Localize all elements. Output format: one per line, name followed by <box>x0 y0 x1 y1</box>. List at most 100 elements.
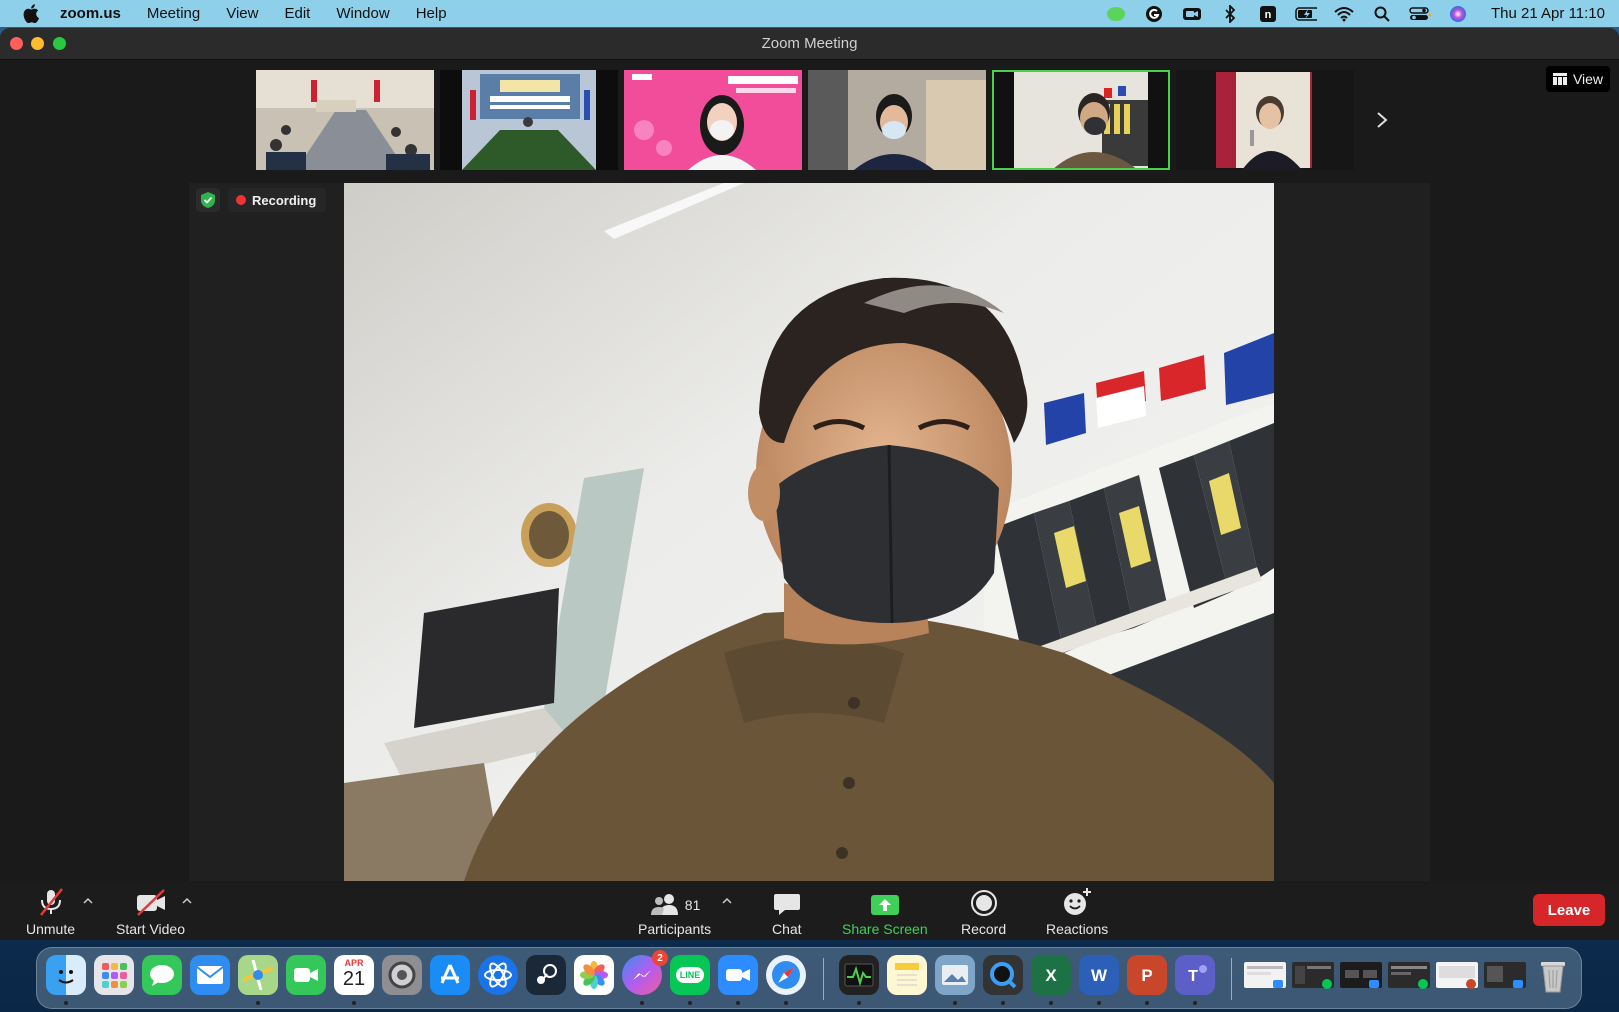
participant-thumbnail[interactable] <box>624 70 802 170</box>
running-indicator <box>256 1001 260 1005</box>
share-screen-arrow-icon <box>870 895 899 915</box>
recording-dot-icon <box>236 195 246 205</box>
control-center-icon[interactable] <box>1409 5 1432 23</box>
app-store-icon[interactable] <box>430 955 470 995</box>
battery-icon[interactable] <box>1295 5 1318 23</box>
zoom-window: Zoom Meeting View Recording Unmute Start… <box>0 28 1619 940</box>
record-button[interactable]: Record <box>961 887 1006 937</box>
calendar-day: 21 <box>342 968 366 990</box>
activity-monitor-icon[interactable] <box>839 955 879 995</box>
zoom-status-icon[interactable] <box>1181 5 1203 23</box>
active-speaker-video[interactable] <box>344 183 1274 881</box>
participant-thumbnail-active[interactable] <box>992 70 1170 170</box>
share-screen-button[interactable]: Share Screen <box>842 887 928 937</box>
menu-bar: zoom.us Meeting View Edit Window Help n <box>0 0 1619 27</box>
atom-app-icon[interactable] <box>478 955 518 995</box>
teams-icon[interactable]: T <box>1175 955 1215 995</box>
video-off-icon <box>136 889 165 916</box>
notes-icon[interactable] <box>887 955 927 995</box>
launchpad-icon[interactable] <box>94 955 134 995</box>
chat-button[interactable]: Chat <box>772 887 802 937</box>
running-indicator <box>640 1001 644 1005</box>
macos-dock: APR 21 2 LINE X W P T <box>36 947 1582 1009</box>
word-icon[interactable]: W <box>1079 955 1119 995</box>
grammarly-icon[interactable] <box>1143 5 1165 23</box>
bluetooth-icon[interactable] <box>1219 4 1241 23</box>
running-indicator <box>736 1001 740 1005</box>
participants-button[interactable]: 81 Participants <box>638 887 711 937</box>
dock-separator <box>823 958 824 1000</box>
audio-options-chevron-up-icon[interactable] <box>82 895 94 905</box>
menu-window[interactable]: Window <box>336 5 389 22</box>
reactions-label: Reactions <box>1046 921 1109 937</box>
chat-bubble-icon <box>773 894 800 915</box>
start-video-button[interactable]: Start Video <box>116 887 185 937</box>
participant-thumbnail[interactable] <box>440 70 618 170</box>
zoom-app-icon[interactable] <box>718 955 758 995</box>
apple-icon[interactable] <box>20 4 42 24</box>
status-menu-area: n Thu 21 Apr 11:10 <box>1105 0 1605 27</box>
minimized-window-thumbnail[interactable] <box>1243 955 1287 995</box>
participant-thumbnail[interactable] <box>808 70 986 170</box>
participants-label: Participants <box>638 921 712 937</box>
messages-icon[interactable] <box>142 955 182 995</box>
running-indicator <box>1001 1001 1005 1005</box>
minimized-window-thumbnail[interactable] <box>1435 955 1479 995</box>
safari-icon[interactable] <box>766 955 806 995</box>
running-indicator <box>1049 1001 1053 1005</box>
notion-icon[interactable]: n <box>1257 5 1279 23</box>
participants-options-chevron-up-icon[interactable] <box>721 895 733 905</box>
participant-thumbnail[interactable] <box>256 70 434 170</box>
record-label: Record <box>961 921 1007 937</box>
siri-icon[interactable] <box>1447 5 1469 23</box>
photos-icon[interactable] <box>574 955 614 995</box>
svg-text:X: X <box>1045 966 1057 985</box>
view-button-label: View <box>1572 71 1604 87</box>
mail-icon[interactable] <box>190 955 230 995</box>
steam-icon[interactable] <box>526 955 566 995</box>
minimized-window-thumbnail[interactable] <box>1339 955 1383 995</box>
menu-meeting[interactable]: Meeting <box>147 5 200 22</box>
participant-thumbnail[interactable] <box>1176 70 1354 170</box>
line-status-icon[interactable] <box>1105 5 1127 23</box>
running-indicator <box>857 1001 861 1005</box>
system-preferences-icon[interactable] <box>382 955 422 995</box>
menu-view[interactable]: View <box>226 5 258 22</box>
menubar-clock[interactable]: Thu 21 Apr 11:10 <box>1491 5 1605 22</box>
minimized-window-thumbnail[interactable] <box>1387 955 1431 995</box>
trash-icon[interactable] <box>1533 955 1573 995</box>
minimized-window-thumbnail[interactable] <box>1291 955 1335 995</box>
smiley-plus-icon <box>1064 888 1092 915</box>
security-shield-icon[interactable] <box>196 188 220 212</box>
recording-indicator[interactable]: Recording <box>228 188 327 212</box>
unmute-label: Unmute <box>26 921 76 937</box>
chevron-right-icon[interactable] <box>1370 106 1394 134</box>
quicktime-icon[interactable] <box>983 955 1023 995</box>
maps-icon[interactable] <box>238 955 278 995</box>
finder-icon[interactable] <box>46 955 86 995</box>
calendar-month: APR <box>344 958 364 968</box>
unmute-button[interactable]: Unmute <box>26 887 75 937</box>
svg-text:P: P <box>1141 966 1152 985</box>
line-app-icon[interactable]: LINE <box>670 955 710 995</box>
minimized-window-thumbnail[interactable] <box>1483 955 1527 995</box>
grid-view-icon <box>1552 73 1567 85</box>
menu-help[interactable]: Help <box>416 5 447 22</box>
facetime-icon[interactable] <box>286 955 326 995</box>
powerpoint-icon[interactable]: P <box>1127 955 1167 995</box>
running-indicator <box>1145 1001 1149 1005</box>
leave-button[interactable]: Leave <box>1533 894 1605 926</box>
view-button[interactable]: View <box>1546 66 1610 92</box>
spotlight-search-icon[interactable] <box>1371 5 1393 23</box>
reactions-button[interactable]: Reactions <box>1046 887 1108 937</box>
menu-app-name[interactable]: zoom.us <box>60 5 121 22</box>
running-indicator <box>64 1001 68 1005</box>
preview-icon[interactable] <box>935 955 975 995</box>
running-indicator <box>1097 1001 1101 1005</box>
excel-icon[interactable]: X <box>1031 955 1071 995</box>
calendar-icon[interactable]: APR 21 <box>334 955 374 995</box>
chat-label: Chat <box>772 921 802 937</box>
video-options-chevron-up-icon[interactable] <box>181 895 193 905</box>
menu-edit[interactable]: Edit <box>284 5 310 22</box>
wifi-icon[interactable] <box>1333 5 1355 23</box>
